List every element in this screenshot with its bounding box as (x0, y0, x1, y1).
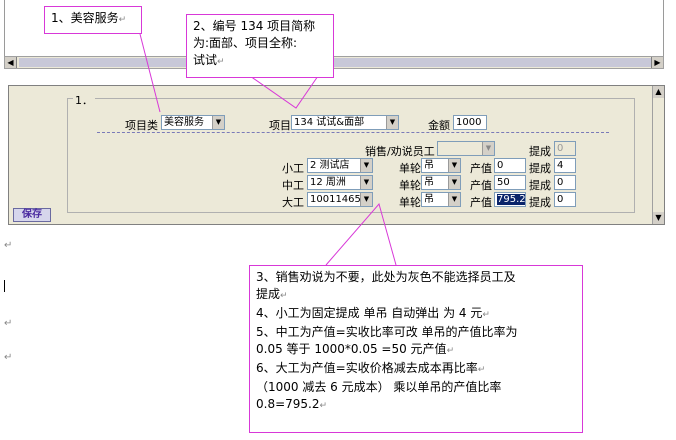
callout-2: 2、编号 134 项目简称 为:面部、项目全称: 试试↵ (186, 14, 334, 78)
callout-2-line: 为:面部、项目全称: (193, 36, 298, 50)
paragraph-mark: ↵ (217, 57, 225, 67)
callout-3-pointer (325, 202, 397, 266)
callout-3-line: 6、大工为产值=实收价格减去成本再比率 (256, 361, 478, 375)
callout-3-line: 0.8=795.2 (256, 397, 320, 411)
paragraph-mark: ↵ (446, 346, 455, 356)
callout-1-text: 1、美容服务 (51, 11, 119, 25)
callout-3-line: （1000 减去 6 元成本） 乘以单吊的产值比率 (256, 380, 502, 394)
callout-3-line: 0.05 等于 1000*0.05 =50 元产值 (256, 342, 447, 356)
callout-2-pointer (249, 75, 319, 109)
paragraph-mark: ↵ (482, 310, 490, 320)
paragraph-mark: ↵ (4, 318, 13, 329)
callout-3-line: 3、销售劝说为不要，此处为灰色不能选择员工及 (256, 270, 516, 284)
callout-3-line: 5、中工为产值=实收比率可改 单吊的产值比率为 (256, 325, 518, 339)
callout-3-line: 提成 (256, 287, 281, 301)
paragraph-mark: ↵ (477, 365, 486, 375)
callout-3-line: 4、小工为固定提成 单吊 自动弹出 为 4 元 (256, 306, 483, 320)
paragraph-mark: ↵ (280, 291, 288, 301)
callout-2-line: 2、编号 134 项目简称 (193, 19, 316, 33)
callout-2-line: 试试 (193, 53, 218, 67)
paragraph-mark: ↵ (4, 352, 13, 363)
callout-1: 1、美容服务↵ (44, 6, 142, 34)
paragraph-mark: ↵ (4, 240, 13, 251)
paragraph-mark: ↵ (118, 15, 127, 25)
text-cursor (4, 280, 5, 292)
callout-3: 3、销售劝说为不要，此处为灰色不能选择员工及 提成↵ 4、小工为固定提成 单吊 … (249, 265, 583, 433)
callout-1-pointer (139, 33, 161, 113)
paragraph-mark: ↵ (319, 401, 328, 411)
